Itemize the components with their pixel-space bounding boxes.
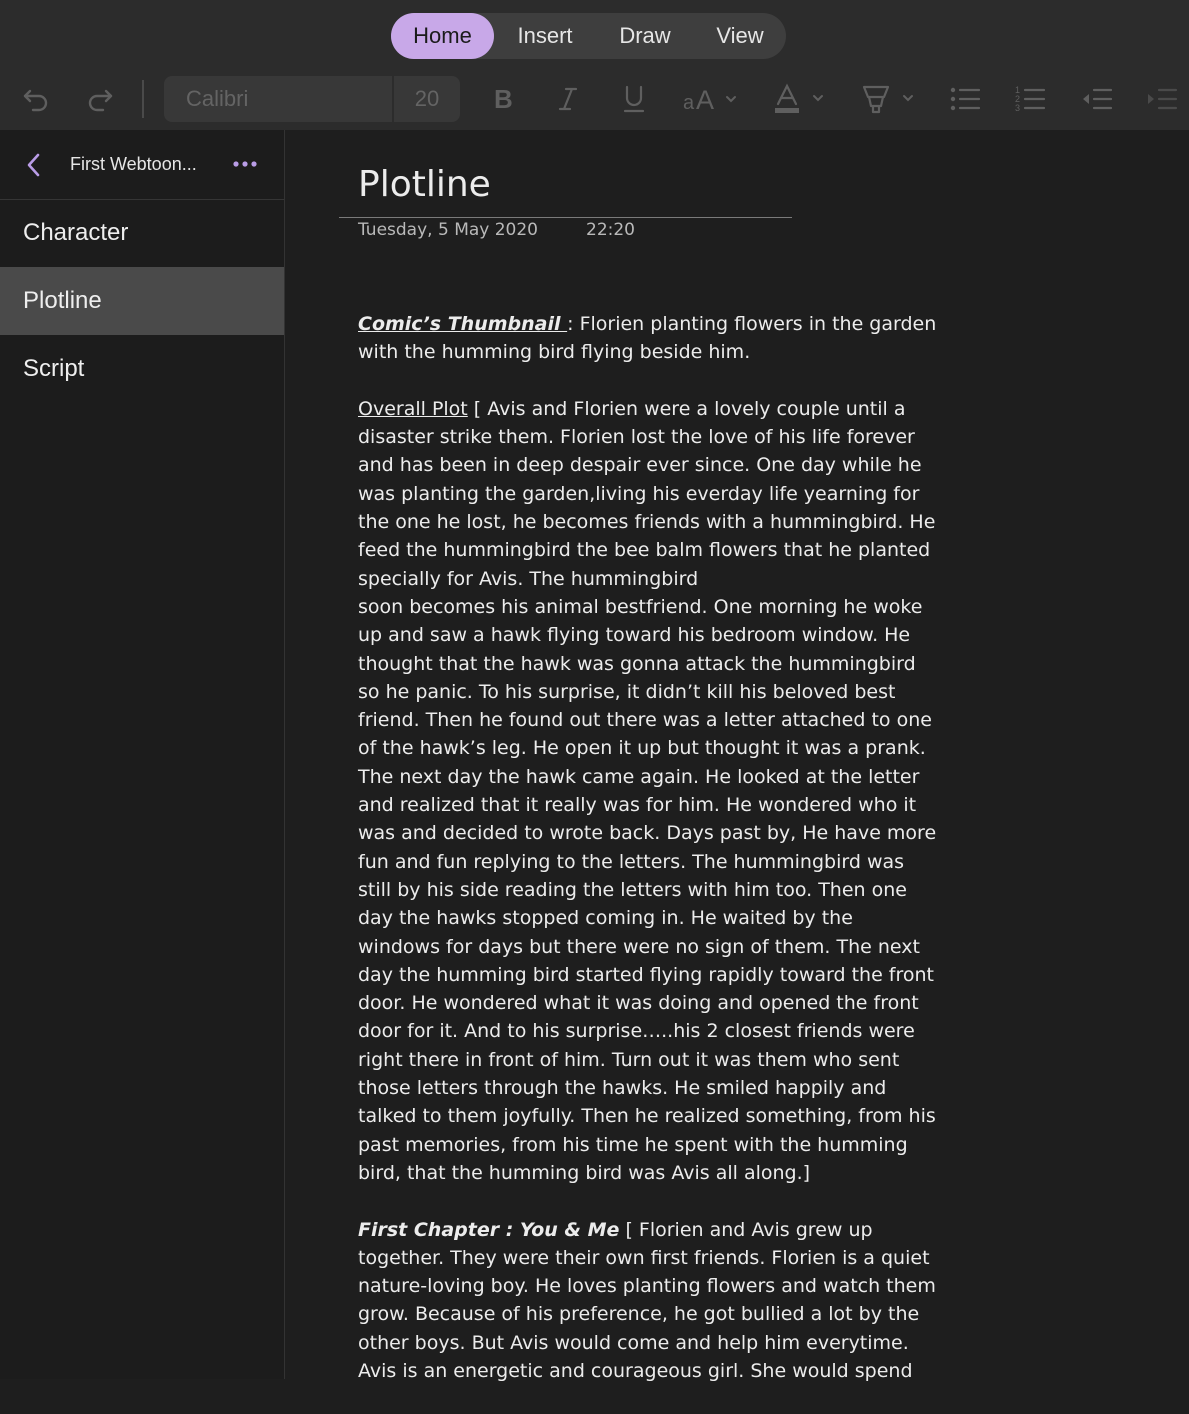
- toolbar-divider: [142, 80, 144, 118]
- svg-text:A: A: [696, 85, 714, 114]
- overall-plot-heading: Overall Plot: [358, 397, 468, 420]
- ribbon-tabs: Home Insert Draw View: [391, 13, 786, 59]
- outdent-icon[interactable]: [1080, 82, 1114, 116]
- font-name-field[interactable]: Calibri: [164, 76, 392, 122]
- overall-plot-text-continued: soon becomes his animal bestfriend. One …: [358, 595, 937, 1184]
- tab-home[interactable]: Home: [391, 13, 494, 59]
- overall-plot-text: [ Avis and Florien were a lovely couple …: [358, 397, 936, 590]
- font-name-value: Calibri: [186, 86, 249, 111]
- undo-icon[interactable]: [18, 82, 54, 116]
- page-date: Tuesday, 5 May 2020: [358, 220, 539, 240]
- thumbnail-heading: Comic’s Thumbnail: [358, 313, 568, 335]
- font-color-icon[interactable]: [772, 82, 828, 116]
- tab-draw[interactable]: Draw: [601, 13, 689, 59]
- numbered-list-icon[interactable]: 123: [1013, 82, 1047, 116]
- ribbon: Home Insert Draw View Calibri 20 B a A 1…: [0, 0, 1189, 130]
- page-item-plotline[interactable]: Plotline: [0, 267, 284, 335]
- notebook-header: First Webtoon...: [0, 130, 284, 200]
- bullet-list-icon[interactable]: [948, 82, 982, 116]
- note-body[interactable]: Comic’s Thumbnail : Florien planting flo…: [358, 310, 938, 1414]
- first-chapter-heading: First Chapter : You & Me: [358, 1218, 620, 1241]
- indent-icon[interactable]: [1146, 82, 1189, 116]
- back-chevron-icon[interactable]: [22, 150, 46, 180]
- svg-text:B: B: [494, 85, 513, 113]
- redo-icon[interactable]: [82, 82, 118, 116]
- page-item-script[interactable]: Script: [0, 335, 284, 403]
- page-item-character[interactable]: Character: [0, 199, 284, 267]
- tab-view[interactable]: View: [695, 13, 785, 59]
- thumbnail-paragraph: Comic’s Thumbnail : Florien planting flo…: [358, 310, 938, 367]
- first-chapter-paragraph: First Chapter : You & Me [ Florien and A…: [358, 1216, 938, 1386]
- overall-plot-paragraph: Overall Plot [ Avis and Florien were a l…: [358, 395, 938, 1187]
- page-list-sidebar: First Webtoon... Character Plotline Scri…: [0, 130, 285, 1379]
- first-chapter-text: [ Florien and Avis grew up together. The…: [358, 1218, 936, 1382]
- font-size-icon[interactable]: aA: [682, 82, 740, 116]
- notebook-title: First Webtoon...: [70, 154, 197, 174]
- font-size-field[interactable]: 20: [394, 76, 460, 122]
- bold-icon[interactable]: B: [488, 82, 518, 116]
- formatting-toolbar: Calibri 20 B aA 123: [0, 70, 1189, 128]
- title-divider: [339, 217, 792, 218]
- tab-insert[interactable]: Insert: [499, 13, 591, 59]
- svg-text:3: 3: [1015, 103, 1020, 113]
- underline-icon[interactable]: [619, 82, 649, 116]
- more-options-icon[interactable]: [232, 156, 260, 170]
- highlighter-icon[interactable]: [860, 82, 918, 116]
- page-time: 22:20: [586, 220, 635, 240]
- page-title[interactable]: Plotline: [358, 164, 491, 205]
- italic-icon[interactable]: [553, 82, 583, 116]
- note-canvas[interactable]: Plotline Tuesday, 5 May 2020 22:20 Comic…: [285, 130, 1189, 1382]
- svg-text:a: a: [683, 92, 695, 114]
